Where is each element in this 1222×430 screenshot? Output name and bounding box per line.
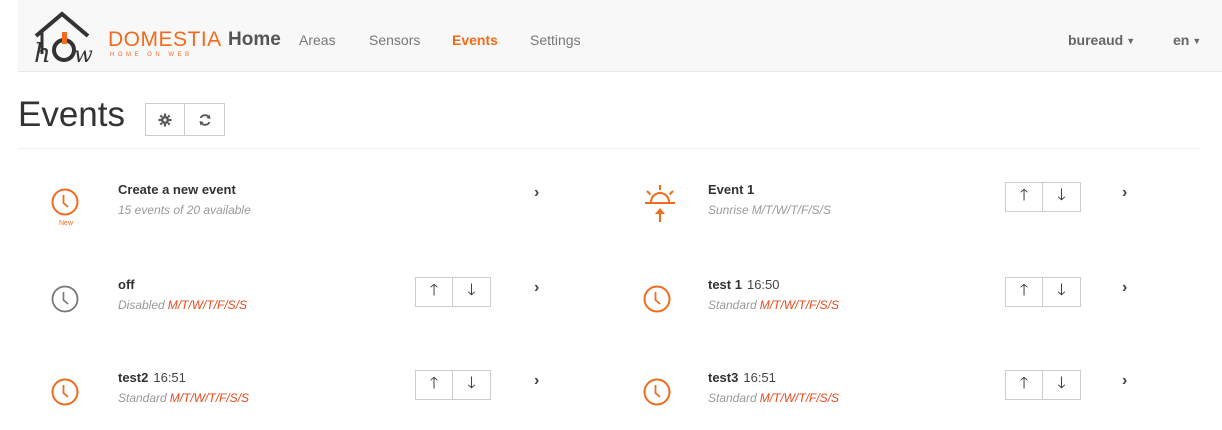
move-down-button[interactable]: 🡓 [1043,370,1081,400]
event-item[interactable]: test3 16:51 Standard M/T/W/T/F/S/S 🡑 🡓 › [640,370,1200,430]
chevron-right-icon[interactable]: › [1122,184,1127,202]
event-days: M/T/W/T/F/S/S [751,203,832,217]
event-desc: Sunrise M/T/W/T/F/S/S [708,203,831,217]
event-name: Event 1 [708,182,755,197]
event-desc: Disabled M/T/W/T/F/S/S [118,298,247,312]
event-time: 16:50 [746,277,780,292]
arrow-down-icon: 🡓 [467,374,476,392]
header-button-group [145,103,225,136]
event-name-line: test2 16:51 [118,370,186,385]
event-name-line: test3 16:51 [708,370,776,385]
clock-icon [643,285,671,313]
move-up-button[interactable]: 🡑 [415,277,453,307]
move-up-button[interactable]: 🡑 [1005,277,1043,307]
move-up-button[interactable]: 🡑 [1005,370,1043,400]
chevron-right-icon[interactable]: › [1122,279,1127,297]
settings-button[interactable] [145,103,185,136]
nav-item-settings[interactable]: Settings [530,32,581,48]
event-name: test2 [118,370,149,385]
move-down-button[interactable]: 🡓 [1043,182,1081,212]
nav-item-areas[interactable]: Areas [299,32,336,48]
create-event-subtitle: 15 events of 20 available [118,203,251,217]
clock-icon [643,378,671,406]
nav-item-sensors[interactable]: Sensors [369,32,420,48]
event-name-line: test 1 16:50 [708,277,780,292]
chevron-right-icon[interactable]: › [534,279,539,297]
event-type: Sunrise [708,203,749,217]
arrow-up-icon: 🡑 [1019,374,1029,392]
reorder-buttons: 🡑 🡓 [1005,277,1081,307]
divider [18,148,1200,149]
event-name-line: Event 1 [708,182,759,197]
reorder-buttons: 🡑 🡓 [1005,370,1081,400]
event-name: test3 [708,370,739,385]
event-item[interactable]: test 1 16:50 Standard M/T/W/T/F/S/S 🡑 🡓 › [640,277,1200,337]
caret-down-icon: ▼ [1126,36,1136,46]
create-event-title: Create a new event [118,182,236,197]
arrow-down-icon: 🡓 [1057,281,1066,299]
caret-down-icon: ▼ [1192,36,1202,46]
event-item[interactable]: Event 1 Sunrise M/T/W/T/F/S/S 🡑 🡓 › [640,182,1200,242]
arrow-up-icon: 🡑 [429,374,439,392]
arrow-down-icon: 🡓 [1057,186,1066,204]
event-name: test 1 [708,277,742,292]
event-days: M/T/W/T/F/S/S [759,391,840,405]
refresh-button[interactable] [185,103,225,136]
event-time: 16:51 [743,370,776,385]
user-menu[interactable]: bureaud ▼ [1068,32,1135,48]
chevron-right-icon[interactable]: › [1122,372,1127,390]
arrow-up-icon: 🡑 [1019,281,1029,299]
event-desc: Standard M/T/W/T/F/S/S [118,391,249,405]
gear-icon [158,113,172,126]
logo-icon: h w [34,11,93,66]
move-up-button[interactable]: 🡑 [1005,182,1043,212]
brand[interactable]: h w DOMESTIA HOME ON WEB Home [28,6,308,66]
page-title: Events [18,95,125,134]
create-event-item[interactable]: New Create a new event 15 events of 20 a… [50,182,610,242]
event-item[interactable]: test2 16:51 Standard M/T/W/T/F/S/S 🡑 🡓 › [50,370,610,430]
event-item[interactable]: off Disabled M/T/W/T/F/S/S 🡑 🡓 › [50,277,610,337]
event-type: Disabled [118,298,165,312]
event-type: Standard [118,391,167,405]
event-days: M/T/W/T/F/S/S [759,298,840,312]
arrow-up-icon: 🡑 [1019,186,1029,204]
svg-text:h: h [34,39,51,66]
nav-item-events[interactable]: Events [452,32,498,48]
event-name-line: off [118,277,140,292]
brand-name: DOMESTIA [108,28,222,51]
event-desc: Standard M/T/W/T/F/S/S [708,298,839,312]
arrow-up-icon: 🡑 [429,281,439,299]
reorder-buttons: 🡑 🡓 [415,277,491,307]
clock-icon [51,378,79,406]
svg-text:w: w [74,43,93,66]
brand-tagline: HOME ON WEB [110,52,193,58]
new-badge: New [59,220,74,227]
sunrise-icon [645,185,675,222]
event-days: M/T/W/T/F/S/S [169,391,250,405]
event-name: off [118,277,135,292]
chevron-right-icon[interactable]: › [534,372,539,390]
move-down-button[interactable]: 🡓 [1043,277,1081,307]
event-days: M/T/W/T/F/S/S [167,298,248,312]
chevron-right-icon[interactable]: › [534,184,539,202]
language-menu[interactable]: en ▼ [1173,32,1201,48]
move-up-button[interactable]: 🡑 [415,370,453,400]
nav-home[interactable]: Home [228,29,281,51]
navbar: h w DOMESTIA HOME ON WEB Home Areas Sens… [18,0,1222,72]
event-type: Standard [708,298,757,312]
user-name: bureaud [1068,32,1124,48]
clock-icon [51,285,79,313]
reorder-buttons: 🡑 🡓 [415,370,491,400]
refresh-icon [199,113,210,126]
reorder-buttons: 🡑 🡓 [1005,182,1081,212]
move-down-button[interactable]: 🡓 [453,277,491,307]
event-time: 16:51 [153,370,186,385]
event-desc: Standard M/T/W/T/F/S/S [708,391,839,405]
language-code: en [1173,32,1190,48]
event-type: Standard [708,391,757,405]
arrow-down-icon: 🡓 [1057,374,1066,392]
arrow-down-icon: 🡓 [467,281,476,299]
move-down-button[interactable]: 🡓 [453,370,491,400]
